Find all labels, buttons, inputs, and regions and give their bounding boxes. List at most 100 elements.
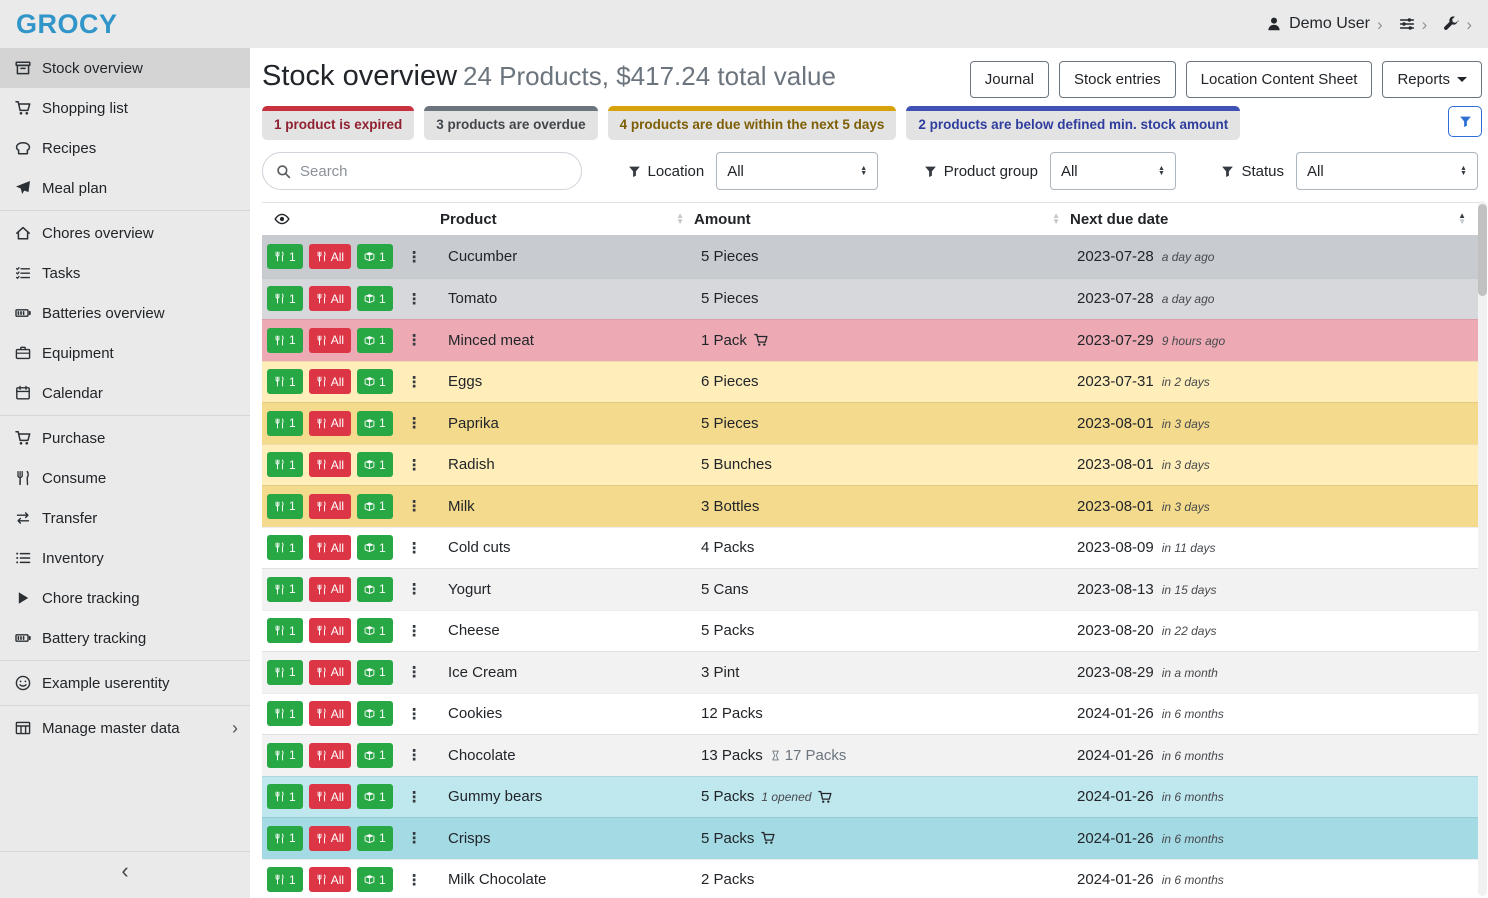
row-menu-icon[interactable]: ⋮ bbox=[402, 829, 427, 847]
sidebar-item-calendar[interactable]: Calendar bbox=[0, 373, 250, 413]
sidebar-item-equipment[interactable]: Equipment bbox=[0, 333, 250, 373]
row-menu-icon[interactable]: ⋮ bbox=[402, 580, 427, 598]
status-select[interactable]: All ▲▼ bbox=[1296, 152, 1478, 190]
row-menu-icon[interactable]: ⋮ bbox=[402, 373, 427, 391]
consume-all-button[interactable]: All bbox=[309, 535, 351, 560]
row-menu-icon[interactable]: ⋮ bbox=[402, 290, 427, 308]
location-select[interactable]: All ▲▼ bbox=[716, 152, 878, 190]
sidebar-item-shopping-list[interactable]: Shopping list bbox=[0, 88, 250, 128]
row-menu-icon[interactable]: ⋮ bbox=[402, 539, 427, 557]
open-one-button[interactable]: 1 bbox=[357, 867, 393, 892]
column-header-amount[interactable]: Amount ▲▼ bbox=[694, 211, 1070, 228]
open-one-button[interactable]: 1 bbox=[357, 411, 393, 436]
open-one-button[interactable]: 1 bbox=[357, 618, 393, 643]
open-one-button[interactable]: 1 bbox=[357, 452, 393, 477]
collapse-sidebar-icon[interactable]: ‹ bbox=[121, 858, 128, 883]
open-one-button[interactable]: 1 bbox=[357, 701, 393, 726]
open-one-button[interactable]: 1 bbox=[357, 328, 393, 353]
status-pill-overdue[interactable]: 3 products are overdue bbox=[424, 106, 597, 140]
journal-button[interactable]: Journal bbox=[970, 61, 1049, 98]
consume-all-button[interactable]: All bbox=[309, 244, 351, 269]
sidebar-item-purchase[interactable]: Purchase bbox=[0, 418, 250, 458]
open-one-button[interactable]: 1 bbox=[357, 743, 393, 768]
sidebar-item-transfer[interactable]: Transfer bbox=[0, 498, 250, 538]
column-header-due-date[interactable]: Next due date ▲▼ bbox=[1070, 211, 1482, 228]
clear-filters-button[interactable] bbox=[1448, 106, 1482, 137]
consume-all-button[interactable]: All bbox=[309, 618, 351, 643]
consume-all-button[interactable]: All bbox=[309, 577, 351, 602]
row-menu-icon[interactable]: ⋮ bbox=[402, 497, 427, 515]
sidebar-item-example-userentity[interactable]: Example userentity bbox=[0, 663, 250, 703]
row-menu-icon[interactable]: ⋮ bbox=[402, 788, 427, 806]
consume-all-button[interactable]: All bbox=[309, 826, 351, 851]
sidebar-item-inventory[interactable]: Inventory bbox=[0, 538, 250, 578]
consume-one-button[interactable]: 1 bbox=[267, 826, 303, 851]
consume-all-button[interactable]: All bbox=[309, 743, 351, 768]
search-input[interactable] bbox=[300, 163, 568, 180]
user-menu[interactable]: Demo User › bbox=[1266, 15, 1383, 33]
consume-one-button[interactable]: 1 bbox=[267, 452, 303, 477]
row-menu-icon[interactable]: ⋮ bbox=[402, 331, 427, 349]
consume-one-button[interactable]: 1 bbox=[267, 535, 303, 560]
location-content-sheet-button[interactable]: Location Content Sheet bbox=[1186, 61, 1373, 98]
open-one-button[interactable]: 1 bbox=[357, 535, 393, 560]
sidebar-item-consume[interactable]: Consume bbox=[0, 458, 250, 498]
sidebar-item-tasks[interactable]: Tasks bbox=[0, 253, 250, 293]
column-header-product[interactable]: Product ▲▼ bbox=[440, 211, 694, 228]
open-one-button[interactable]: 1 bbox=[357, 244, 393, 269]
consume-one-button[interactable]: 1 bbox=[267, 701, 303, 726]
consume-one-button[interactable]: 1 bbox=[267, 618, 303, 643]
row-menu-icon[interactable]: ⋮ bbox=[402, 622, 427, 640]
open-one-button[interactable]: 1 bbox=[357, 577, 393, 602]
sidebar-item-stock-overview[interactable]: Stock overview bbox=[0, 48, 250, 88]
reports-button[interactable]: Reports bbox=[1382, 61, 1482, 98]
open-one-button[interactable]: 1 bbox=[357, 660, 393, 685]
row-menu-icon[interactable]: ⋮ bbox=[402, 746, 427, 764]
consume-one-button[interactable]: 1 bbox=[267, 660, 303, 685]
consume-one-button[interactable]: 1 bbox=[267, 743, 303, 768]
consume-all-button[interactable]: All bbox=[309, 494, 351, 519]
consume-all-button[interactable]: All bbox=[309, 452, 351, 477]
consume-all-button[interactable]: All bbox=[309, 411, 351, 436]
status-pill-due-soon[interactable]: 4 products are due within the next 5 day… bbox=[608, 106, 897, 140]
row-menu-icon[interactable]: ⋮ bbox=[402, 456, 427, 474]
sidebar-item-recipes[interactable]: Recipes bbox=[0, 128, 250, 168]
open-one-button[interactable]: 1 bbox=[357, 369, 393, 394]
consume-one-button[interactable]: 1 bbox=[267, 286, 303, 311]
row-menu-icon[interactable]: ⋮ bbox=[402, 414, 427, 432]
consume-all-button[interactable]: All bbox=[309, 369, 351, 394]
admin-menu[interactable]: › bbox=[1443, 16, 1472, 33]
sidebar-item-manage-master-data[interactable]: Manage master data› bbox=[0, 708, 250, 748]
consume-one-button[interactable]: 1 bbox=[267, 328, 303, 353]
row-menu-icon[interactable]: ⋮ bbox=[402, 663, 427, 681]
status-pill-expired[interactable]: 1 product is expired bbox=[262, 106, 414, 140]
product-group-select[interactable]: All ▲▼ bbox=[1050, 152, 1176, 190]
sidebar-item-chores-overview[interactable]: Chores overview bbox=[0, 213, 250, 253]
consume-all-button[interactable]: All bbox=[309, 701, 351, 726]
consume-all-button[interactable]: All bbox=[309, 328, 351, 353]
row-menu-icon[interactable]: ⋮ bbox=[402, 248, 427, 266]
consume-one-button[interactable]: 1 bbox=[267, 867, 303, 892]
settings-menu[interactable]: › bbox=[1399, 16, 1428, 33]
consume-all-button[interactable]: All bbox=[309, 867, 351, 892]
status-pill-below-min[interactable]: 2 products are below defined min. stock … bbox=[906, 106, 1240, 140]
consume-one-button[interactable]: 1 bbox=[267, 577, 303, 602]
open-one-button[interactable]: 1 bbox=[357, 286, 393, 311]
open-one-button[interactable]: 1 bbox=[357, 784, 393, 809]
consume-all-button[interactable]: All bbox=[309, 286, 351, 311]
row-menu-icon[interactable]: ⋮ bbox=[402, 705, 427, 723]
open-one-button[interactable]: 1 bbox=[357, 494, 393, 519]
sidebar-item-batteries-overview[interactable]: Batteries overview bbox=[0, 293, 250, 333]
stock-entries-button[interactable]: Stock entries bbox=[1059, 61, 1176, 98]
consume-all-button[interactable]: All bbox=[309, 660, 351, 685]
consume-one-button[interactable]: 1 bbox=[267, 369, 303, 394]
consume-one-button[interactable]: 1 bbox=[267, 411, 303, 436]
eye-icon[interactable] bbox=[274, 211, 290, 227]
consume-one-button[interactable]: 1 bbox=[267, 784, 303, 809]
sidebar-item-chore-tracking[interactable]: Chore tracking bbox=[0, 578, 250, 618]
open-one-button[interactable]: 1 bbox=[357, 826, 393, 851]
consume-one-button[interactable]: 1 bbox=[267, 244, 303, 269]
consume-all-button[interactable]: All bbox=[309, 784, 351, 809]
app-logo[interactable]: GROCY bbox=[16, 9, 118, 40]
consume-one-button[interactable]: 1 bbox=[267, 494, 303, 519]
